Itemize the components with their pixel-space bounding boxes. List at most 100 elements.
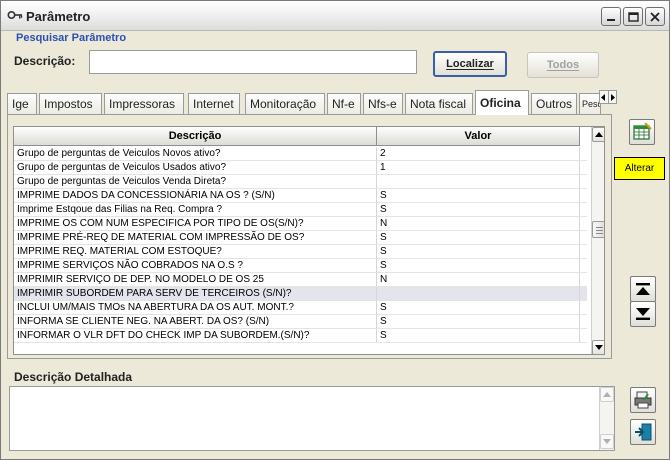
cell-valor: S [377, 315, 580, 328]
search-section-label: Pesquisar Parâmetro [16, 32, 127, 44]
table-row[interactable]: Imprime Estqoue das Filias na Req. Compr… [14, 203, 587, 217]
cell-valor [377, 175, 580, 188]
cell-descricao: IMPRIMIR SERVIÇO DE DEP. NO MODELO DE OS… [14, 273, 377, 286]
tab-pesquisa[interactable]: Pesqu [579, 93, 601, 114]
cell-descricao: IMPRIMIR SUBORDEM PARA SERV DE TERCEIROS… [14, 287, 377, 300]
key-icon [7, 8, 23, 22]
exit-button[interactable] [630, 419, 656, 445]
oficina-tab-panel: Descrição Valor Grupo de perguntas de Ve… [7, 114, 612, 359]
detail-description-textarea[interactable] [9, 386, 615, 451]
grid-vertical-scrollbar[interactable] [591, 127, 604, 354]
table-row[interactable]: IMPRIMIR SUBORDEM PARA SERV DE TERCEIROS… [14, 287, 587, 301]
tab-scroll-right-button[interactable] [607, 91, 617, 103]
close-button[interactable] [645, 7, 665, 26]
tab-label: Oficina [480, 96, 521, 110]
cell-descricao: IMPRIME SERVIÇOS NÃO COBRADOS NA O.S ? [14, 259, 377, 272]
cell-valor: S [377, 203, 580, 216]
table-row[interactable]: INCLUI UM/MAIS TMOs NA ABERTURA DA OS AU… [14, 301, 587, 315]
arrow-up-icon [595, 132, 603, 137]
column-header-descricao[interactable]: Descrição [14, 127, 377, 146]
tab-impressoras[interactable]: Impressoras [104, 93, 184, 114]
window-title: Parâmetro [26, 9, 91, 24]
cell-descricao: INCLUI UM/MAIS TMOs NA ABERTURA DA OS AU… [14, 301, 377, 314]
table-row[interactable]: IMPRIME SERVIÇOS NÃO COBRADOS NA O.S ? S [14, 259, 587, 273]
scroll-thumb[interactable] [592, 221, 604, 238]
cell-valor: 2 [377, 147, 580, 160]
cell-valor: S [377, 259, 580, 272]
description-search-input[interactable] [89, 50, 417, 74]
todos-label: Todos [546, 59, 580, 71]
arrow-down-icon [595, 345, 603, 350]
todos-button[interactable]: Todos [527, 52, 599, 78]
table-row[interactable]: IMPRIMIR SERVIÇO DE DEP. NO MODELO DE OS… [14, 273, 587, 287]
tab-label: Nf-e [332, 97, 355, 111]
cell-descricao: IMPRIME DADOS DA CONCESSIONÁRIA NA OS ? … [14, 189, 377, 202]
tab-oficina[interactable]: Oficina [475, 90, 529, 115]
arrow-down-icon [603, 439, 611, 444]
column-header-valor[interactable]: Valor [377, 127, 580, 146]
table-row[interactable]: Grupo de perguntas de Veiculos Venda Dir… [14, 175, 587, 189]
cell-valor: N [377, 273, 580, 286]
tab-label: Impressoras [109, 97, 176, 111]
tab-ige[interactable]: Ige [7, 93, 37, 114]
table-row[interactable]: IMPRIME OS COM NUM ESPECIFICA POR TIPO D… [14, 217, 587, 231]
arrow-last-icon [636, 308, 650, 320]
cell-descricao: Imprime Estqoue das Filias na Req. Compr… [14, 203, 377, 216]
table-row[interactable]: IMPRIME REQ. MATERIAL COM ESTOQUE? S [14, 245, 587, 259]
category-tabs: Ige Impostos Impressoras Internet Monito… [7, 90, 613, 115]
table-row[interactable]: Grupo de perguntas de Veiculos Novos ati… [14, 147, 587, 161]
title-bar[interactable]: Parâmetro [1, 1, 669, 31]
parametro-window: Parâmetro Pesquisar Parâmetro Descrição:… [0, 0, 670, 460]
tab-outros[interactable]: Outros [531, 93, 577, 114]
thumb-grip [596, 233, 603, 234]
cell-descricao: Grupo de perguntas de Veiculos Venda Dir… [14, 175, 377, 188]
cell-descricao: Grupo de perguntas de Veiculos Usados at… [14, 161, 377, 174]
detail-vertical-scrollbar[interactable] [599, 387, 614, 450]
cell-valor: 1 [377, 161, 580, 174]
parameters-grid: Descrição Valor Grupo de perguntas de Ve… [13, 126, 605, 355]
tab-scroll-left-button[interactable] [600, 91, 608, 103]
thumb-grip [596, 230, 603, 231]
detail-scroll-up-button[interactable] [600, 387, 614, 402]
cell-descricao: Grupo de perguntas de Veiculos Novos ati… [14, 147, 377, 160]
tab-nfe[interactable]: Nf-e [327, 93, 361, 114]
grid-body: Grupo de perguntas de Veiculos Novos ati… [14, 147, 587, 343]
tab-label: Outros [536, 97, 573, 111]
localizar-button[interactable]: Localizar [433, 51, 507, 77]
maximize-icon [627, 11, 639, 22]
arrow-right-icon [610, 93, 615, 101]
tab-nota-fiscal[interactable]: Nota fiscal [405, 93, 473, 114]
tab-nfse[interactable]: Nfs-e [363, 93, 403, 114]
move-last-button[interactable] [630, 301, 656, 327]
print-icon [634, 391, 652, 409]
minimize-button[interactable] [601, 7, 621, 26]
table-row[interactable]: IMPRIME DADOS DA CONCESSIONÁRIA NA OS ? … [14, 189, 587, 203]
tab-impostos[interactable]: Impostos [39, 93, 102, 114]
table-row[interactable]: Grupo de perguntas de Veiculos Usados at… [14, 161, 587, 175]
scroll-down-button[interactable] [592, 340, 604, 354]
move-first-button[interactable] [630, 276, 656, 302]
tab-label: Impostos [44, 97, 93, 111]
exit-door-icon [635, 423, 652, 441]
cell-valor: S [377, 245, 580, 258]
minimize-icon [607, 18, 615, 21]
cell-valor: S [377, 231, 580, 244]
maximize-button[interactable] [623, 7, 643, 26]
table-row[interactable]: INFORMA SE CLIENTE NEG. NA ABERT. DA OS?… [14, 315, 587, 329]
print-button[interactable] [630, 387, 656, 413]
arrow-up-icon [603, 392, 611, 397]
scroll-up-button[interactable] [592, 127, 604, 142]
tab-monitoracao[interactable]: Monitoração [245, 93, 325, 114]
edit-table-icon [633, 123, 652, 140]
detail-scroll-down-button[interactable] [600, 434, 614, 449]
edit-record-button[interactable] [629, 119, 655, 145]
tab-label: Internet [193, 97, 234, 111]
tab-label: Ige [12, 97, 29, 111]
table-row[interactable]: IMPRIME PRÉ-REQ DE MATERIAL COM IMPRESSÃ… [14, 231, 587, 245]
tab-internet[interactable]: Internet [188, 93, 240, 114]
cell-descricao: IMPRIME PRÉ-REQ DE MATERIAL COM IMPRESSÃ… [14, 231, 377, 244]
table-row[interactable]: INFORMAR O VLR DFT DO CHECK IMP DA SUBOR… [14, 329, 587, 343]
cell-valor [377, 287, 580, 300]
cell-valor: S [377, 329, 580, 342]
tab-label: Nfs-e [368, 97, 397, 111]
